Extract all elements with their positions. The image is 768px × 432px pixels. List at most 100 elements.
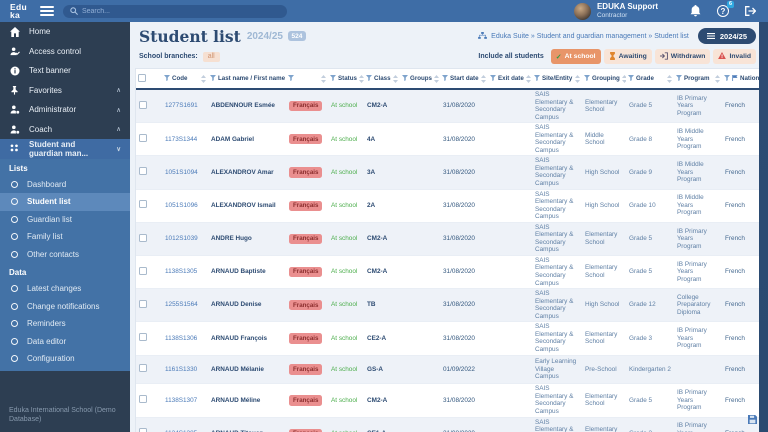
search-input[interactable] xyxy=(81,7,262,15)
eduka-logo[interactable]: Edu ka xyxy=(0,3,36,20)
table-row[interactable]: 1173S1344 ADAM Gabriel Français At school 4A… xyxy=(136,123,761,156)
filter-funnel-icon[interactable] xyxy=(490,74,496,83)
row-checkbox[interactable] xyxy=(139,100,147,109)
sidebar-item-coach[interactable]: Coach ∧ xyxy=(0,120,130,140)
row-checkbox[interactable] xyxy=(139,299,147,308)
sidebar-item-change-notifications[interactable]: Change notifications xyxy=(0,298,130,316)
sort-arrows-icon[interactable] xyxy=(358,74,364,83)
row-checkbox[interactable] xyxy=(139,333,147,342)
column-header-exit-date[interactable]: Exit date xyxy=(488,69,532,90)
filter-button-invalid[interactable]: Invalid xyxy=(713,49,756,64)
row-checkbox[interactable] xyxy=(139,428,147,432)
table-row[interactable]: 1161S1330 ARNAUD Mélanie Français At school… xyxy=(136,355,761,384)
row-checkbox[interactable] xyxy=(139,266,147,275)
table-row[interactable]: 1255S1564 ARNAUD Denise Français At school T… xyxy=(136,288,761,322)
sidebar-item-access-control[interactable]: Access control xyxy=(0,42,130,62)
filter-funnel-icon[interactable] xyxy=(164,74,170,83)
table-row[interactable]: 1012S1039 ANDRE Hugo Français At school CM2-… xyxy=(136,222,761,256)
filter-funnel-icon[interactable] xyxy=(288,74,294,83)
help-icon[interactable]: ? 6 xyxy=(717,1,734,17)
cell-exit-date xyxy=(488,156,532,189)
filter-funnel-icon[interactable] xyxy=(330,74,336,83)
column-header-grouping[interactable]: Grouping xyxy=(582,69,626,90)
search-bar[interactable] xyxy=(62,4,287,18)
select-all-checkbox[interactable] xyxy=(138,73,146,82)
filter-funnel-icon[interactable] xyxy=(534,74,540,83)
sort-arrows-icon[interactable] xyxy=(525,74,531,83)
row-checkbox[interactable] xyxy=(139,233,147,242)
filter-button-withdrawn[interactable]: Withdrawn xyxy=(654,49,711,64)
table-row[interactable]: 1051S1094 ALEXANDROV Amar Français At schoo… xyxy=(136,155,761,190)
table-row[interactable]: 1051S1096 ALEXANDROV Ismail Français At sch… xyxy=(136,189,761,223)
row-checkbox[interactable] xyxy=(139,200,147,209)
sidebar-item-student-and-guardian-management[interactable]: Student and guardian man... ∨ xyxy=(0,139,130,159)
sidebar-item-guardian-list[interactable]: Guardian list xyxy=(0,211,130,229)
row-checkbox[interactable] xyxy=(139,134,147,142)
cell-groups xyxy=(400,123,440,156)
column-header-code[interactable]: Code xyxy=(162,69,208,90)
table-row[interactable]: 1138S1305 ARNAUD Baptiste Français At schoo… xyxy=(136,255,761,289)
cell-start-date: 31/08/2020 xyxy=(443,334,475,342)
sort-arrows-icon[interactable] xyxy=(575,74,580,83)
column-header-language[interactable] xyxy=(286,69,328,90)
row-checkbox[interactable] xyxy=(139,364,147,373)
school-year-button[interactable]: 2024/25 xyxy=(697,28,756,44)
sort-arrows-icon[interactable] xyxy=(715,74,720,83)
sidebar-item-family-list[interactable]: Family list xyxy=(0,228,130,246)
table-row[interactable]: 1277S1691 ABDENNOUR Esmée Français At schoo… xyxy=(136,89,761,123)
row-checkbox[interactable] xyxy=(139,395,147,404)
column-header-groups[interactable]: Groups xyxy=(400,69,440,90)
filter-funnel-icon[interactable] xyxy=(210,74,216,83)
row-checkbox[interactable] xyxy=(139,167,147,176)
filter-funnel-icon[interactable] xyxy=(366,74,372,83)
filter-button-awaiting[interactable]: Awaiting xyxy=(603,49,652,64)
filter-funnel-icon[interactable] xyxy=(402,74,408,83)
sidebar-item-dashboard[interactable]: Dashboard xyxy=(0,176,130,194)
column-header-status[interactable]: Status xyxy=(328,69,364,90)
sidebar-item-home[interactable]: Home xyxy=(0,22,130,42)
sidebar-item-configuration[interactable]: Configuration xyxy=(0,350,130,368)
column-header-start-date[interactable]: Start date xyxy=(440,69,488,90)
table-row[interactable]: 1138S1307 ARNAUD Méline Français At school C… xyxy=(136,384,761,418)
notifications-bell-icon[interactable] xyxy=(690,5,701,17)
filter-funnel-icon[interactable] xyxy=(628,74,634,83)
sidebar-item-reminders[interactable]: Reminders xyxy=(0,315,130,333)
cell-nationality: French xyxy=(725,268,745,276)
column-header-last-name-first-name[interactable]: Last name / First name xyxy=(208,69,286,90)
sidebar-item-administrator[interactable]: Administrator ∧ xyxy=(0,100,130,120)
sidebar-item-favorites[interactable]: Favorites ∧ xyxy=(0,81,130,101)
sidebar-item-other-contacts[interactable]: Other contacts xyxy=(0,246,130,264)
column-header-site-entity[interactable]: Site/Entity xyxy=(532,69,582,90)
table-row[interactable]: 1138S1306 ARNAUD François Français At schoo… xyxy=(136,322,761,355)
sort-arrows-icon[interactable] xyxy=(321,74,326,83)
column-header-class[interactable]: Class xyxy=(364,69,400,90)
sidebar-item-data-editor[interactable]: Data editor xyxy=(0,333,130,351)
vertical-scrollbar[interactable] xyxy=(759,22,768,432)
logout-icon[interactable] xyxy=(745,6,756,16)
sort-arrows-icon[interactable] xyxy=(481,74,486,83)
sort-arrows-icon[interactable] xyxy=(393,74,398,83)
filter-button-at-school[interactable]: ✓ At school xyxy=(550,49,601,64)
save-icon[interactable] xyxy=(748,411,757,429)
sidebar-item-student-list[interactable]: Student list xyxy=(0,193,130,211)
sidebar-item-text-banner[interactable]: Text banner xyxy=(0,61,130,81)
column-header-program[interactable]: Program xyxy=(674,69,722,90)
sort-arrows-icon[interactable] xyxy=(201,74,206,83)
sidebar-item-latest-changes[interactable]: Latest changes xyxy=(0,280,130,298)
breadcrumb[interactable]: Eduka Suite » Student and guardian manag… xyxy=(478,31,689,41)
sort-arrows-icon[interactable] xyxy=(667,74,672,83)
filter-funnel-icon[interactable] xyxy=(724,74,730,83)
filter-funnel-icon[interactable] xyxy=(442,74,448,83)
filter-funnel-icon[interactable] xyxy=(584,74,590,83)
chevron-down-icon: ∨ xyxy=(116,145,121,153)
hamburger-menu-icon[interactable] xyxy=(39,6,54,16)
school-branches-value[interactable]: all xyxy=(202,51,220,62)
column-header-nationality-1[interactable]: Nationality 1 xyxy=(722,69,761,90)
table-row[interactable]: 1124S1285ARNAUD TitouanFrançais At school… xyxy=(136,417,761,432)
user-menu[interactable]: EDUKA Support Contractor xyxy=(597,2,658,19)
sort-arrows-icon[interactable] xyxy=(621,74,626,83)
column-header-grade[interactable]: Grade xyxy=(626,69,674,90)
filter-funnel-icon[interactable] xyxy=(676,74,682,83)
sort-arrows-icon[interactable] xyxy=(434,74,440,83)
user-avatar[interactable] xyxy=(573,2,591,20)
